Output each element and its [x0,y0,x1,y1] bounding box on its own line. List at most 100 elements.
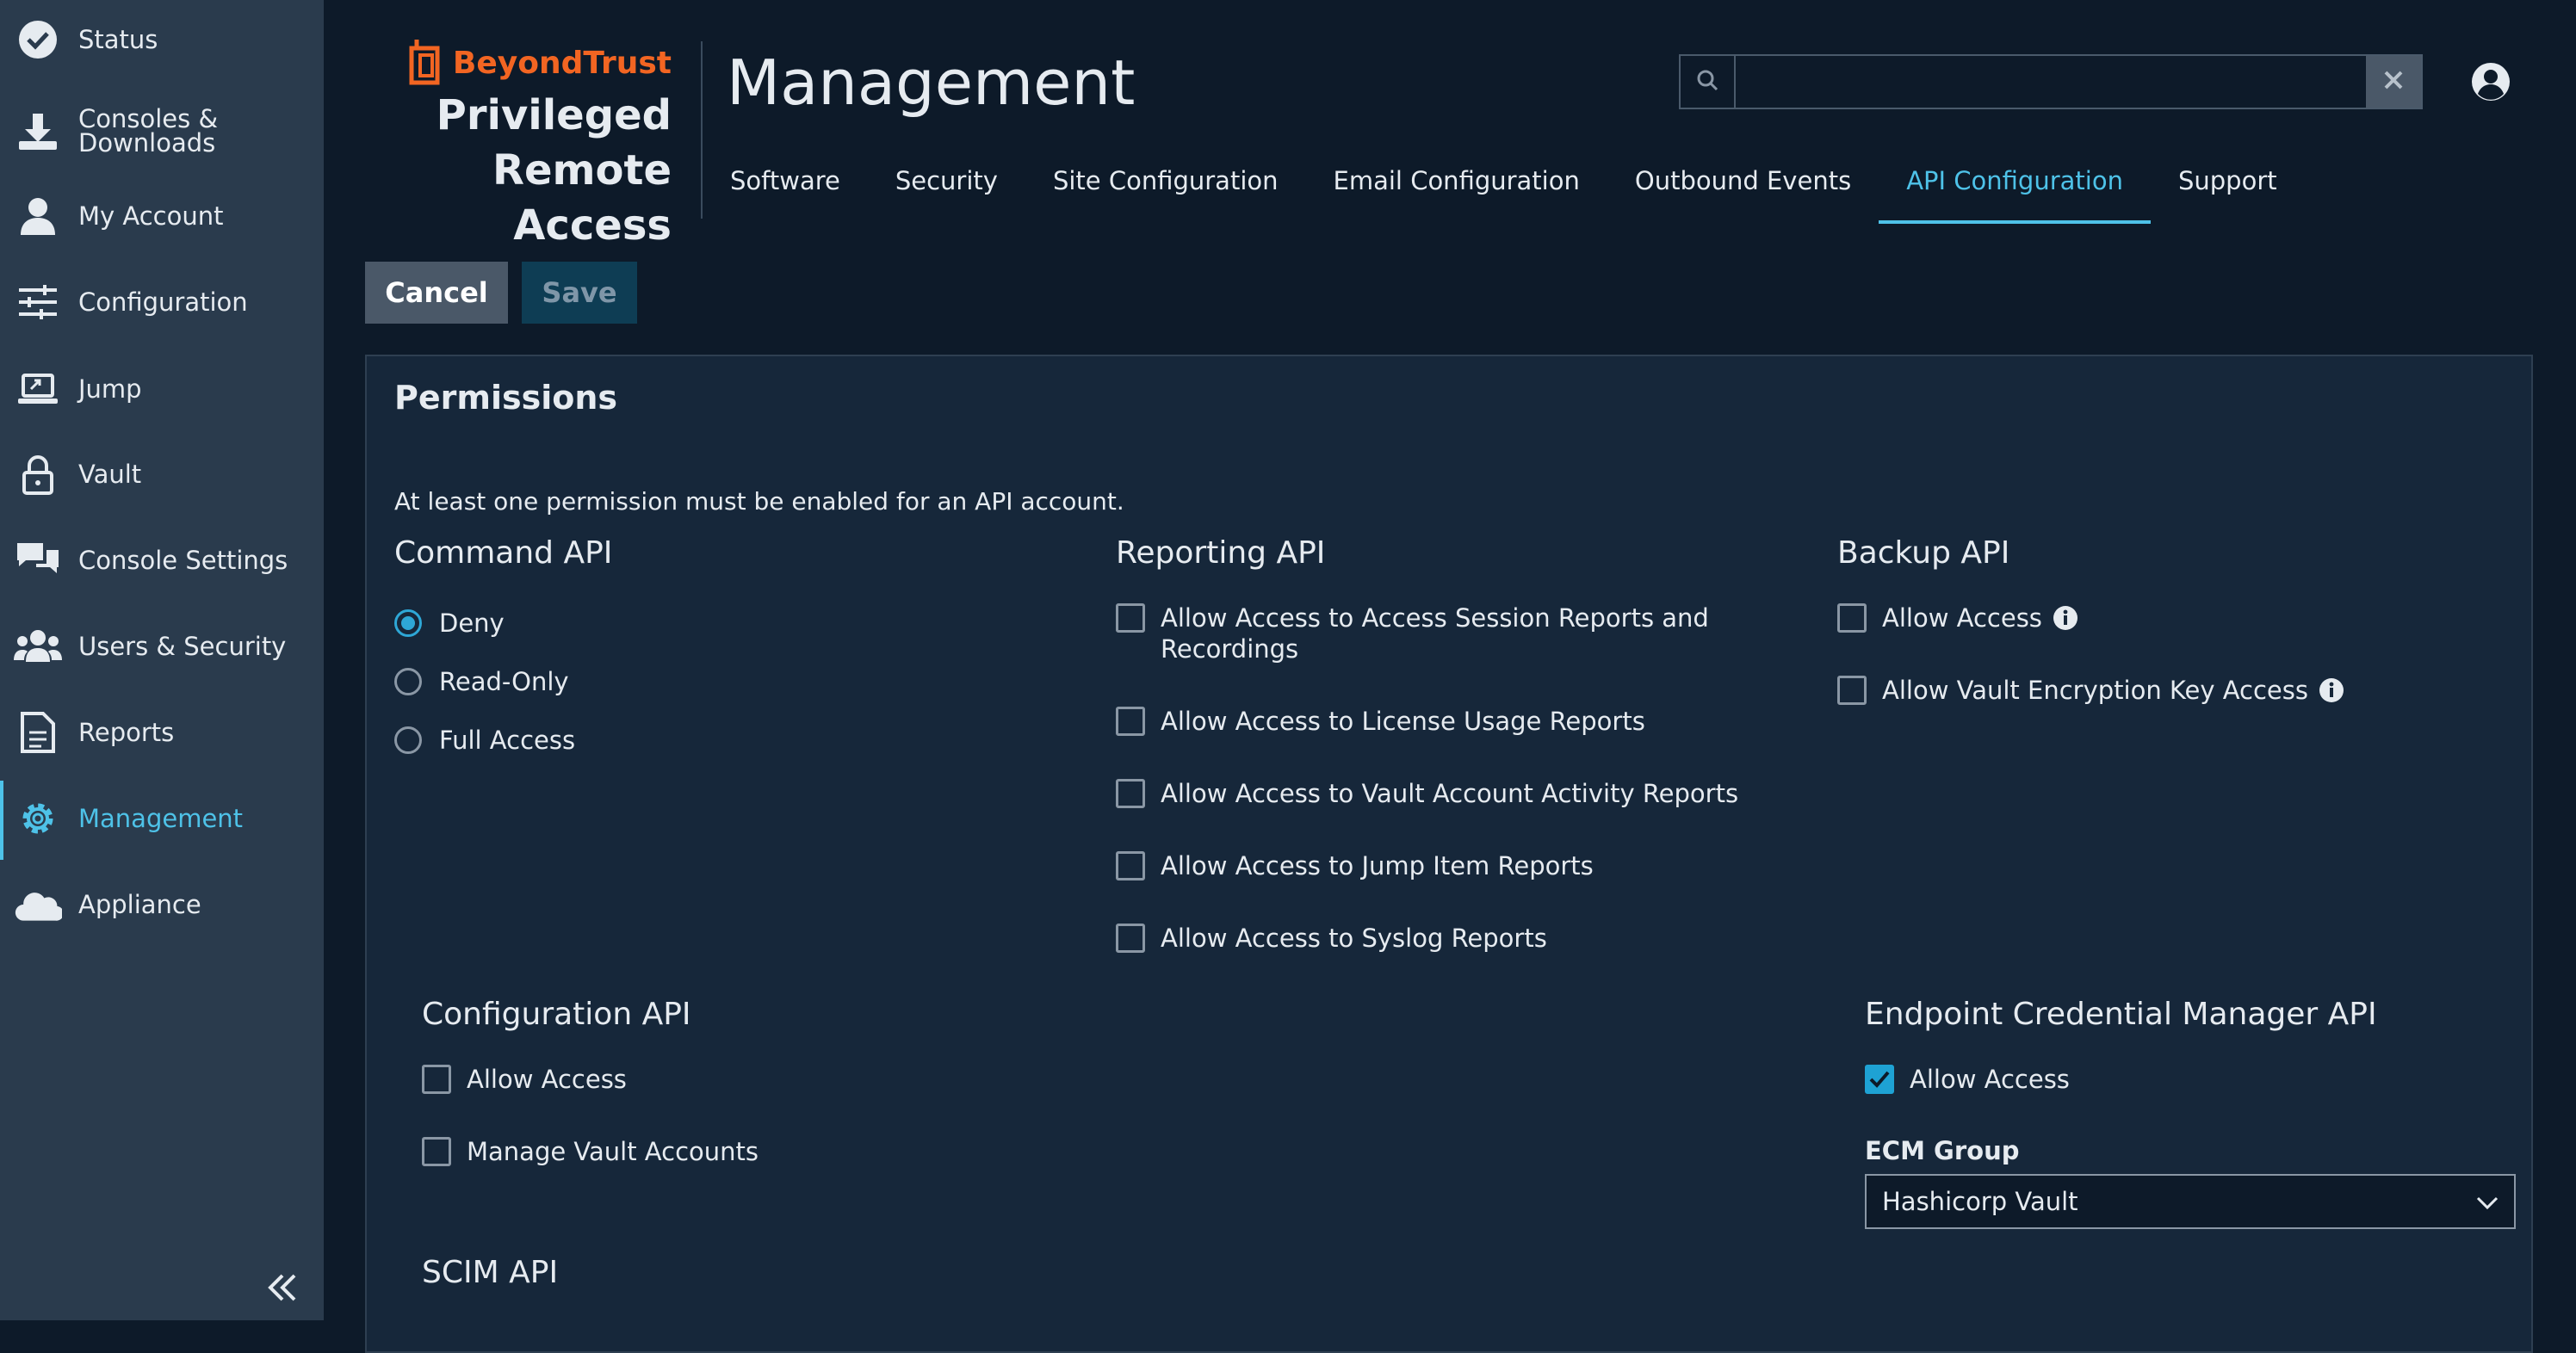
search-icon [1696,69,1718,95]
chat-bubbles-icon [14,536,62,584]
permissions-note: At least one permission must be enabled … [394,487,1124,516]
vault-key-checkbox[interactable] [1837,676,1867,705]
save-button[interactable]: Save [522,262,637,324]
search-button[interactable] [1681,56,1736,108]
option-label: Allow Access [467,1065,627,1094]
option-label: Allow Access to Vault Account Activity R… [1161,779,1739,808]
configuration-api-title: Configuration API [422,997,691,1032]
backup-allow-access-checkbox[interactable] [1837,603,1867,633]
sidebar: Status Consoles & Downloads My Account C… [0,0,324,1320]
session-reports-checkbox[interactable] [1116,603,1145,633]
scim-api-title: SCIM API [422,1255,559,1290]
backup-vault-key-option[interactable]: Allow Vault Encryption Key Access [1837,675,2344,706]
header-divider [701,41,703,219]
beyondtrust-logo: BeyondTrust [362,38,672,88]
user-icon [14,192,62,240]
ecm-group-value: Hashicorp Vault [1882,1187,2078,1216]
close-icon [2383,70,2404,94]
clear-search-button[interactable] [2366,56,2421,108]
sidebar-item-label: Management [78,804,244,833]
jump-item-checkbox[interactable] [1116,851,1145,880]
tab-security[interactable]: Security [868,160,1025,224]
option-label: Full Access [439,726,576,755]
sidebar-item-label: My Account [78,201,224,231]
sidebar-item-label: Reports [78,718,175,747]
product-name-line1: Privileged [436,91,672,139]
tab-api-configuration[interactable]: API Configuration [1879,160,2151,224]
report-icon [14,708,62,757]
search-box [1679,54,2423,109]
product-name-line2: Remote Access [492,146,672,250]
permissions-panel: Permissions At least one permission must… [365,355,2533,1353]
option-label: Allow Access [1882,603,2042,633]
ecm-group-label: ECM Group [1865,1136,2020,1165]
management-tabs: Software Security Site Configuration Ema… [728,160,2305,224]
option-label: Manage Vault Accounts [467,1137,759,1166]
option-label: Read-Only [439,667,569,696]
syslog-checkbox[interactable] [1116,924,1145,953]
reporting-syslog-option[interactable]: Allow Access to Syslog Reports [1116,923,1547,954]
vault-activity-checkbox[interactable] [1116,779,1145,808]
option-label: Allow Access to License Usage Reports [1161,707,1645,736]
tab-email-configuration[interactable]: Email Configuration [1306,160,1607,224]
search-input[interactable] [1736,56,2364,108]
sidebar-item-label: Users & Security [78,632,287,661]
reporting-license-usage-option[interactable]: Allow Access to License Usage Reports [1116,706,1645,737]
full-access-radio[interactable] [394,726,422,754]
info-icon[interactable] [2319,677,2344,703]
sidebar-item-label: Console Settings [78,546,288,575]
reporting-jump-item-option[interactable]: Allow Access to Jump Item Reports [1116,850,1594,881]
reporting-session-reports-option[interactable]: Allow Access to Access Session Reports a… [1116,602,1718,664]
option-label: Allow Vault Encryption Key Access [1882,676,2308,705]
ecm-allow-access-checkbox[interactable] [1865,1065,1894,1094]
deny-radio[interactable] [394,609,422,637]
manage-vault-accounts-checkbox[interactable] [422,1137,451,1166]
cancel-button[interactable]: Cancel [365,262,508,324]
read-only-radio[interactable] [394,668,422,695]
command-api-deny-option[interactable]: Deny [394,608,505,639]
command-api-title: Command API [394,535,613,571]
option-label: Allow Access to Syslog Reports [1161,924,1547,953]
sidebar-item-label: Vault [78,460,142,489]
sidebar-item-label: Appliance [78,890,201,919]
ecm-api-title: Endpoint Credential Manager API [1865,997,2377,1032]
backup-allow-access-option[interactable]: Allow Access [1837,602,2078,633]
collapse-sidebar-button[interactable] [258,1265,310,1310]
option-label: Allow Access to Access Session Reports a… [1161,603,1709,664]
command-api-full-access-option[interactable]: Full Access [394,725,575,756]
sliders-icon [14,278,62,326]
page-title: Management [727,46,1136,119]
manage-vault-accounts-option[interactable]: Manage Vault Accounts [422,1136,759,1167]
lock-icon [14,450,62,498]
sidebar-item-label: Consoles & Downloads [78,104,219,158]
sidebar-item-label: Jump [78,374,142,404]
license-usage-checkbox[interactable] [1116,707,1145,736]
tab-site-configuration[interactable]: Site Configuration [1025,160,1306,224]
user-menu-button[interactable] [2469,60,2512,103]
chevron-down-icon [2476,1187,2499,1216]
ecm-group-select[interactable]: Hashicorp Vault [1865,1174,2516,1229]
tab-outbound-events[interactable]: Outbound Events [1607,160,1879,224]
reporting-vault-activity-option[interactable]: Allow Access to Vault Account Activity R… [1116,778,1738,809]
brand: BeyondTrust Privileged Remote Access [362,38,672,253]
laptop-icon [14,365,62,413]
sidebar-item-label: Configuration [78,287,248,317]
command-api-read-only-option[interactable]: Read-Only [394,666,569,697]
checkmark-icon [1869,1071,1890,1088]
configuration-allow-access-option[interactable]: Allow Access [422,1064,627,1095]
sidebar-item-label: Status [78,25,158,54]
configuration-allow-access-checkbox[interactable] [422,1065,451,1094]
backup-api-title: Backup API [1837,535,2010,571]
download-icon [14,107,62,155]
users-icon [14,622,62,670]
option-label: Allow Access [1910,1065,2070,1094]
info-icon[interactable] [2053,605,2078,631]
option-label: Deny [439,609,505,638]
tab-software[interactable]: Software [728,160,868,224]
option-label: Allow Access to Jump Item Reports [1161,851,1594,880]
user-circle-icon [2469,63,2512,107]
tab-support[interactable]: Support [2151,160,2305,224]
ecm-allow-access-option[interactable]: Allow Access [1865,1064,2070,1095]
cloud-icon [14,880,62,929]
brand-name: BeyondTrust [452,45,672,81]
